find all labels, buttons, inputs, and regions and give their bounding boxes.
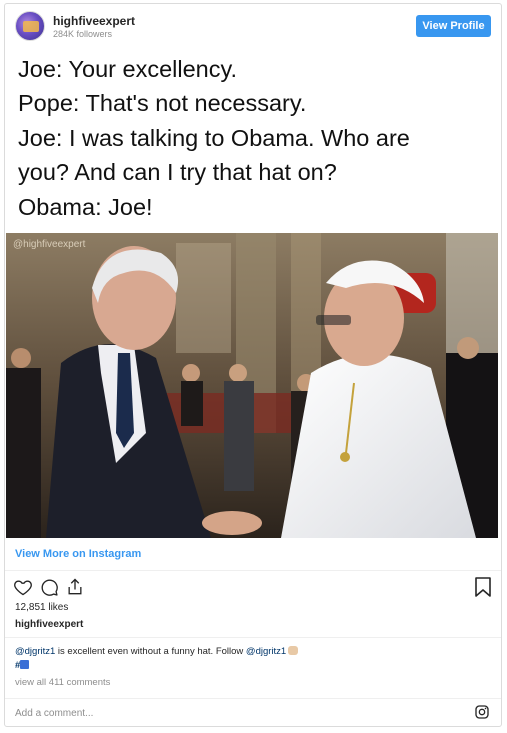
post-photo[interactable]: @highfiveexpert bbox=[6, 233, 498, 538]
caption-username[interactable]: highfiveexpert bbox=[15, 619, 83, 630]
caption-mention[interactable]: @djgritz1 bbox=[15, 646, 55, 657]
photo-watermark: @highfiveexpert bbox=[13, 239, 86, 250]
divider bbox=[5, 637, 501, 638]
meme-line: Joe: I was talking to Obama. Who are bbox=[18, 124, 410, 151]
add-comment-input[interactable] bbox=[15, 704, 455, 722]
view-profile-button[interactable]: View Profile bbox=[416, 15, 491, 37]
instagram-embed: highfiveexpert 284K followers View Profi… bbox=[4, 3, 502, 727]
avatar[interactable] bbox=[15, 11, 45, 41]
action-bar bbox=[13, 577, 85, 597]
instagram-logo-icon[interactable] bbox=[474, 704, 490, 720]
emoji-icon bbox=[20, 660, 30, 669]
meme-text: Joe: Your excellency. Pope: That's not n… bbox=[18, 52, 493, 224]
avatar-logo-mark bbox=[23, 21, 39, 32]
follower-count: 284K followers bbox=[53, 29, 113, 39]
view-more-link[interactable]: View More on Instagram bbox=[15, 548, 141, 560]
caption-text: @djgritz1 is excellent even without a fu… bbox=[15, 645, 485, 673]
heart-icon[interactable] bbox=[13, 577, 33, 597]
meme-line: Obama: Joe! bbox=[18, 193, 153, 220]
bookmark-icon[interactable] bbox=[473, 576, 493, 598]
meme-line: Pope: That's not necessary. bbox=[18, 90, 307, 117]
view-all-comments-link[interactable]: view all 411 comments bbox=[15, 677, 110, 688]
caption-mention[interactable]: @djgritz1 bbox=[246, 646, 286, 657]
meme-line: Joe: Your excellency. bbox=[18, 56, 238, 82]
like-count: 12,851 likes bbox=[15, 602, 69, 613]
post-header: highfiveexpert 284K followers View Profi… bbox=[5, 4, 501, 46]
caption-body: is excellent even without a funny hat. F… bbox=[55, 646, 246, 657]
header-username[interactable]: highfiveexpert bbox=[53, 14, 135, 28]
comment-icon[interactable] bbox=[39, 577, 59, 597]
share-icon[interactable] bbox=[65, 577, 85, 597]
meme-line: you? And can I try that hat on? bbox=[18, 159, 337, 186]
divider bbox=[5, 570, 501, 571]
photo-illustration bbox=[6, 233, 498, 538]
divider bbox=[5, 698, 501, 699]
clapping-hands-icon bbox=[288, 646, 299, 655]
